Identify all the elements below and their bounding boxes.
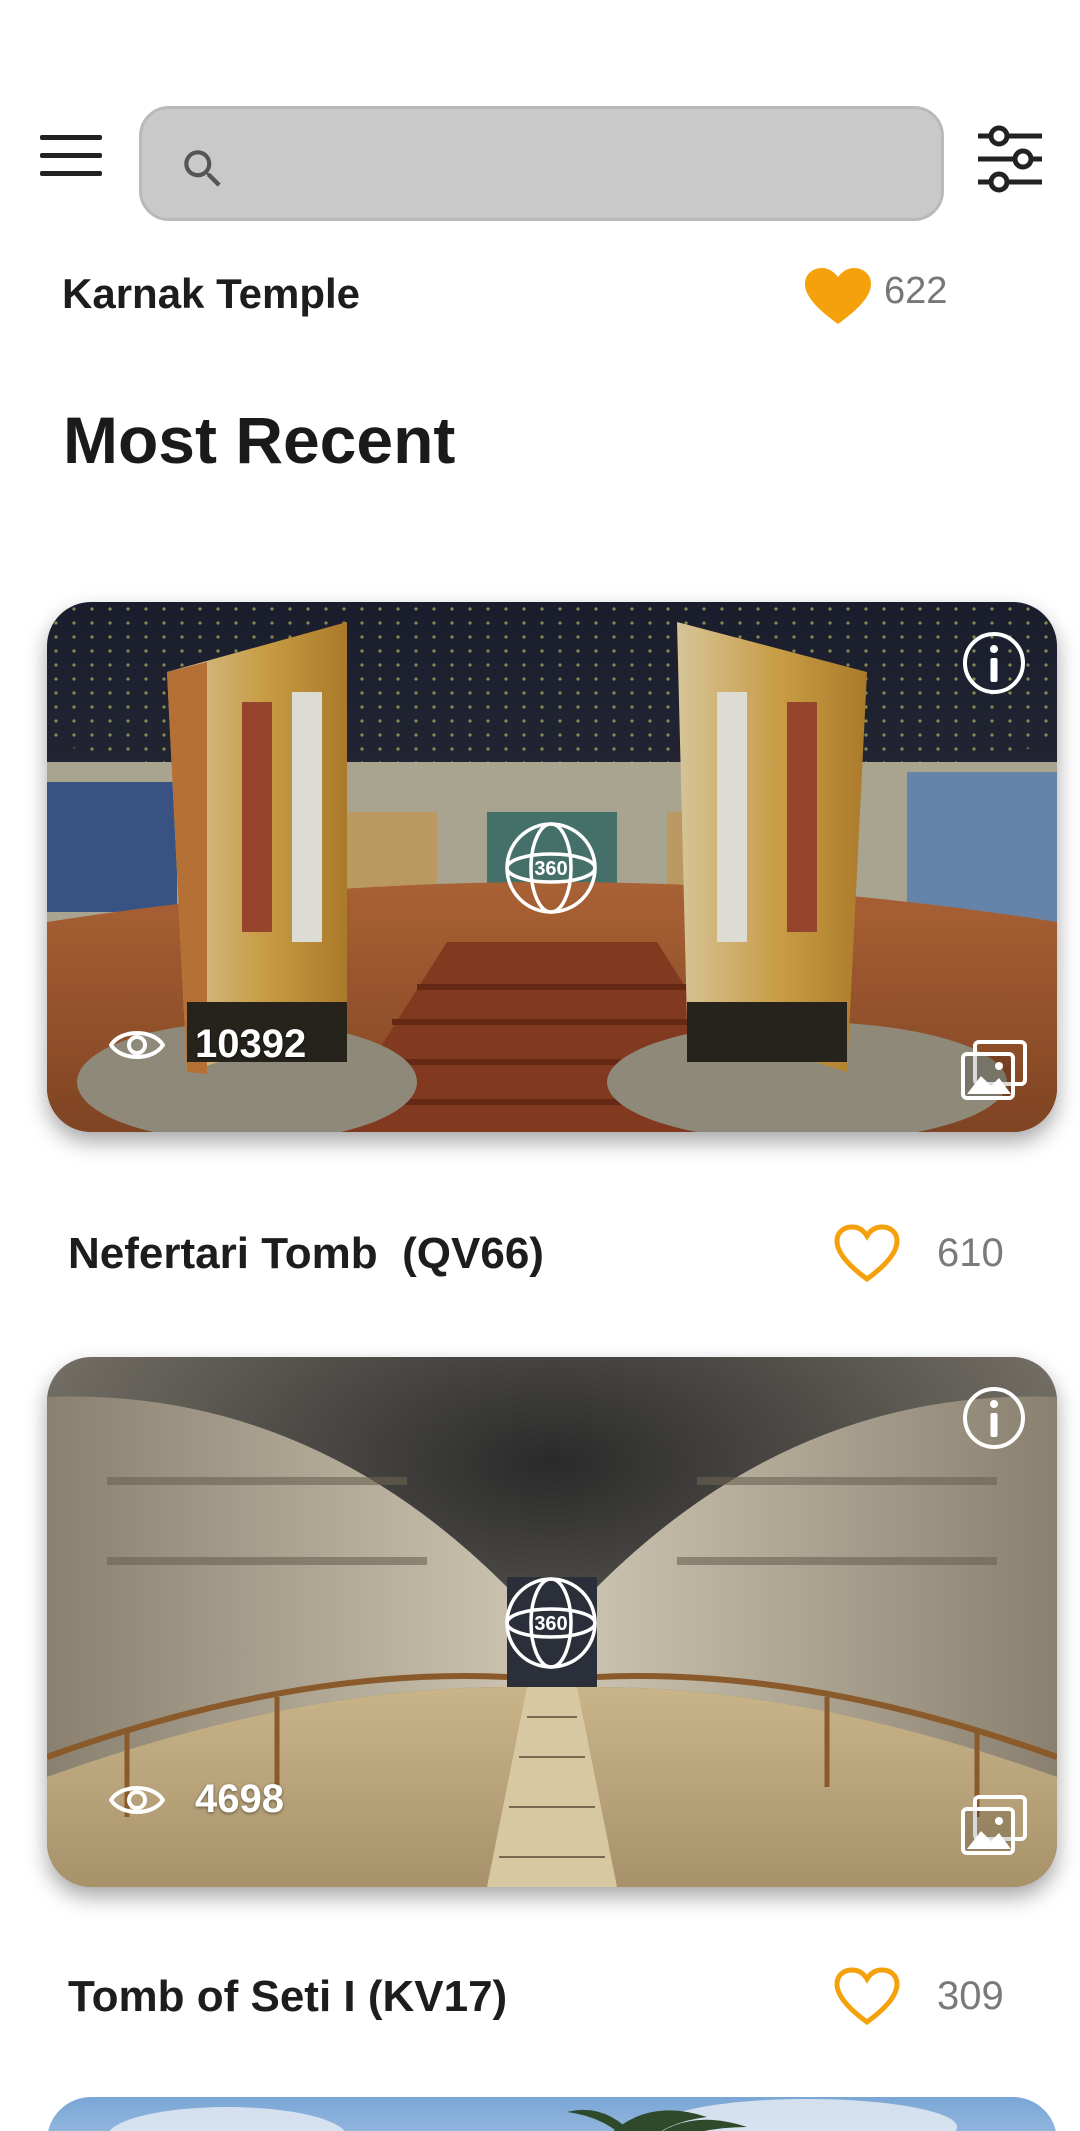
view-counter: 4698 <box>109 1777 284 1822</box>
360-view-icon[interactable]: 360 <box>503 820 599 916</box>
svg-text:360: 360 <box>534 858 567 880</box>
search-input[interactable] <box>252 129 912 199</box>
top-app-bar <box>0 0 1080 240</box>
image-gallery-icon[interactable] <box>961 1795 1027 1855</box>
like-count: 610 <box>937 1231 1004 1275</box>
card-meta: Tomb of Seti I (KV17) 309 <box>0 1960 1080 2040</box>
like-count: 622 <box>884 270 948 312</box>
tour-card[interactable]: 360 4698 <box>47 1357 1057 1887</box>
eye-icon <box>109 1030 165 1059</box>
image-gallery-icon[interactable] <box>961 1040 1027 1100</box>
card-title[interactable]: Tomb of Seti I (KV17) <box>68 1972 507 2022</box>
info-icon[interactable] <box>961 1385 1027 1451</box>
eye-icon <box>109 1785 165 1814</box>
section-title: Most Recent <box>63 403 456 477</box>
card-meta: Nefertari Tomb (QV66) 610 <box>0 1217 1080 1297</box>
item-title: Karnak Temple <box>62 270 360 317</box>
info-icon[interactable] <box>961 630 1027 696</box>
views-count: 4698 <box>195 1777 284 1821</box>
like-count: 309 <box>937 1974 1004 2018</box>
heart-icon[interactable] <box>833 1223 901 1285</box>
heart-icon[interactable] <box>833 1966 901 2028</box>
panorama-thumbnail <box>47 2097 1057 2131</box>
svg-text:360: 360 <box>534 1613 567 1635</box>
views-count: 10392 <box>195 1022 307 1066</box>
search-icon <box>184 150 221 187</box>
card-title[interactable]: Nefertari Tomb (QV66) <box>68 1229 544 1279</box>
heart-icon[interactable] <box>803 268 873 328</box>
sliders-filter-icon[interactable] <box>975 124 1045 194</box>
tour-card[interactable] <box>47 2097 1057 2131</box>
tour-card[interactable]: 360 10392 <box>47 602 1057 1132</box>
list-item[interactable]: Karnak Temple 622 <box>0 240 1080 340</box>
search-bar[interactable] <box>139 106 944 221</box>
360-view-icon[interactable]: 360 <box>503 1575 599 1671</box>
view-counter: 10392 <box>109 1022 306 1067</box>
hamburger-menu-icon[interactable] <box>38 132 104 180</box>
